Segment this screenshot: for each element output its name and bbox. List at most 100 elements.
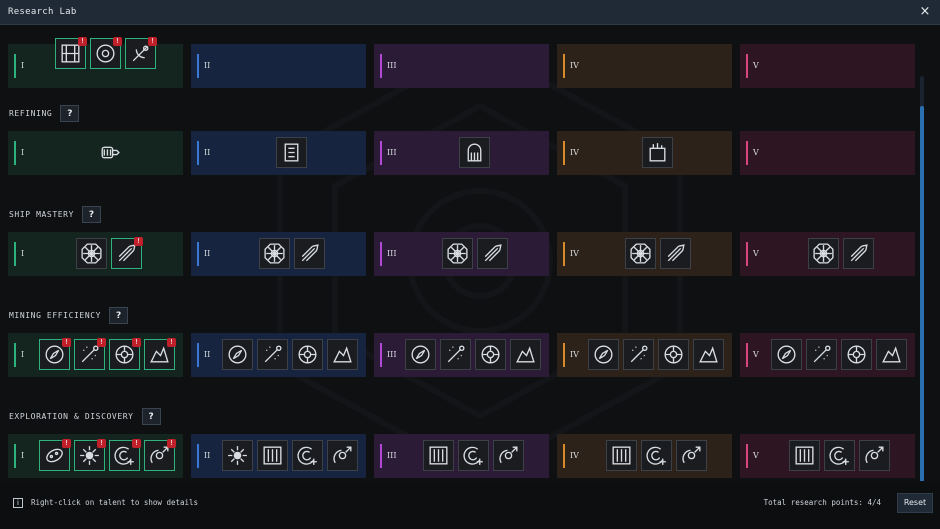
ship-wheel-icon[interactable]	[808, 238, 839, 269]
tier-I-cell: I !	[8, 232, 183, 276]
tier-V-cell: V	[740, 44, 915, 88]
drill-head-icon[interactable]	[94, 137, 125, 168]
help-button[interactable]: ?	[141, 408, 161, 425]
ore-rock-icon[interactable]	[693, 339, 724, 370]
thruster-boost-icon[interactable]	[477, 238, 508, 269]
tier-label: V	[753, 148, 759, 157]
thruster-boost-icon[interactable]: !	[111, 237, 143, 269]
footer-bar: i Right-click on talent to show details …	[0, 483, 940, 529]
laser-drill-icon[interactable]	[623, 339, 654, 370]
laser-drill-icon[interactable]: !	[74, 338, 106, 370]
tier-indicator	[380, 444, 382, 468]
scrollbar-thumb[interactable]	[920, 106, 924, 481]
tier-III-cell: III	[374, 131, 549, 175]
thruster-boost-icon[interactable]	[294, 238, 325, 269]
talent-badge-icon: !	[132, 439, 141, 448]
tier-III-cell: III	[374, 434, 549, 478]
mining-compass-icon[interactable]: !	[39, 338, 71, 370]
ship-wheel-icon[interactable]	[442, 238, 473, 269]
probe-launch-icon[interactable]	[327, 440, 358, 471]
asteroid-scanner-icon[interactable]: !	[39, 439, 71, 471]
radar-add-icon[interactable]: !	[109, 439, 141, 471]
tier-indicator	[380, 242, 382, 266]
ship-wheel-icon[interactable]	[259, 238, 290, 269]
tier-indicator	[746, 242, 748, 266]
chemical-tank-icon[interactable]	[642, 137, 673, 168]
thruster-boost-icon[interactable]	[660, 238, 691, 269]
gear-wheel-icon[interactable]: !	[109, 338, 141, 370]
ore-rock-icon[interactable]	[327, 339, 358, 370]
probe-launch-icon[interactable]	[676, 440, 707, 471]
ship-wheel-icon[interactable]	[625, 238, 656, 269]
laser-drill-icon[interactable]	[806, 339, 837, 370]
tier-label: II	[204, 451, 211, 460]
gear-wheel-icon[interactable]	[292, 339, 323, 370]
thruster-boost-icon[interactable]	[843, 238, 874, 269]
mining-compass-icon[interactable]	[771, 339, 802, 370]
mining-compass-icon[interactable]	[588, 339, 619, 370]
tier-II-cell: II	[191, 131, 366, 175]
help-button[interactable]: ?	[60, 105, 80, 122]
tier-indicator	[197, 141, 199, 165]
talent-row-ship-mastery: I ! II III IV V	[8, 232, 915, 276]
data-columns-icon[interactable]	[257, 440, 288, 471]
circuit-board-icon[interactable]: !	[55, 37, 87, 69]
laser-drill-icon[interactable]	[257, 339, 288, 370]
tier-indicator	[746, 54, 748, 78]
tier-indicator	[14, 141, 16, 165]
star-cluster-icon[interactable]	[222, 440, 253, 471]
talent-badge-icon: !	[134, 237, 143, 246]
tier-label: IV	[570, 451, 579, 460]
radar-add-icon[interactable]	[292, 440, 323, 471]
tier-indicator	[746, 141, 748, 165]
vertical-scrollbar[interactable]	[920, 76, 924, 481]
tier-label: I	[21, 148, 25, 157]
probe-launch-icon[interactable]	[493, 440, 524, 471]
tier-label: I	[21, 61, 25, 70]
tier-indicator	[14, 343, 16, 367]
tier-label: V	[753, 350, 759, 359]
ore-rock-icon[interactable]	[510, 339, 541, 370]
data-columns-icon[interactable]	[606, 440, 637, 471]
mining-compass-icon[interactable]	[222, 339, 253, 370]
gear-wheel-icon[interactable]	[658, 339, 689, 370]
probe-launch-icon[interactable]	[859, 440, 890, 471]
probe-launch-icon[interactable]: !	[144, 439, 176, 471]
tier-IV-cell: IV	[557, 44, 732, 88]
gear-wheel-icon[interactable]	[475, 339, 506, 370]
reset-button[interactable]: Reset	[897, 493, 933, 513]
laser-drill-icon[interactable]	[440, 339, 471, 370]
satellite-dish-icon[interactable]: !	[125, 37, 157, 69]
gas-canister-icon[interactable]	[459, 137, 490, 168]
help-button[interactable]: ?	[109, 307, 129, 324]
research-tree-panel[interactable]: I ! ! ! II III IV V REFINING ? I II III …	[0, 26, 940, 481]
tier-V-cell: V	[740, 333, 915, 377]
tier-label: III	[387, 61, 397, 70]
tier-indicator	[380, 343, 382, 367]
section-title: SHIP MASTERY	[9, 210, 74, 219]
ore-rock-icon[interactable]: !	[144, 338, 176, 370]
tier-indicator	[14, 54, 16, 78]
talent-badge-icon: !	[97, 439, 106, 448]
data-columns-icon[interactable]	[789, 440, 820, 471]
talent-badge-icon: !	[167, 439, 176, 448]
radar-add-icon[interactable]	[641, 440, 672, 471]
ship-wheel-icon[interactable]	[76, 238, 107, 269]
star-cluster-icon[interactable]: !	[74, 439, 106, 471]
radar-add-icon[interactable]	[824, 440, 855, 471]
tier-label: I	[21, 350, 25, 359]
mining-compass-icon[interactable]	[405, 339, 436, 370]
reactor-core-icon[interactable]: !	[90, 37, 122, 69]
tier-IV-cell: IV	[557, 333, 732, 377]
gear-wheel-icon[interactable]	[841, 339, 872, 370]
ore-rock-icon[interactable]	[876, 339, 907, 370]
radar-add-icon[interactable]	[458, 440, 489, 471]
close-icon[interactable]: ×	[918, 5, 932, 19]
tier-I-cell: I ! ! ! !	[8, 333, 183, 377]
help-button[interactable]: ?	[82, 206, 101, 223]
refinery-press-icon[interactable]	[276, 137, 307, 168]
tier-IV-cell: IV	[557, 131, 732, 175]
tier-II-cell: II	[191, 434, 366, 478]
data-columns-icon[interactable]	[423, 440, 454, 471]
tier-indicator	[563, 242, 565, 266]
